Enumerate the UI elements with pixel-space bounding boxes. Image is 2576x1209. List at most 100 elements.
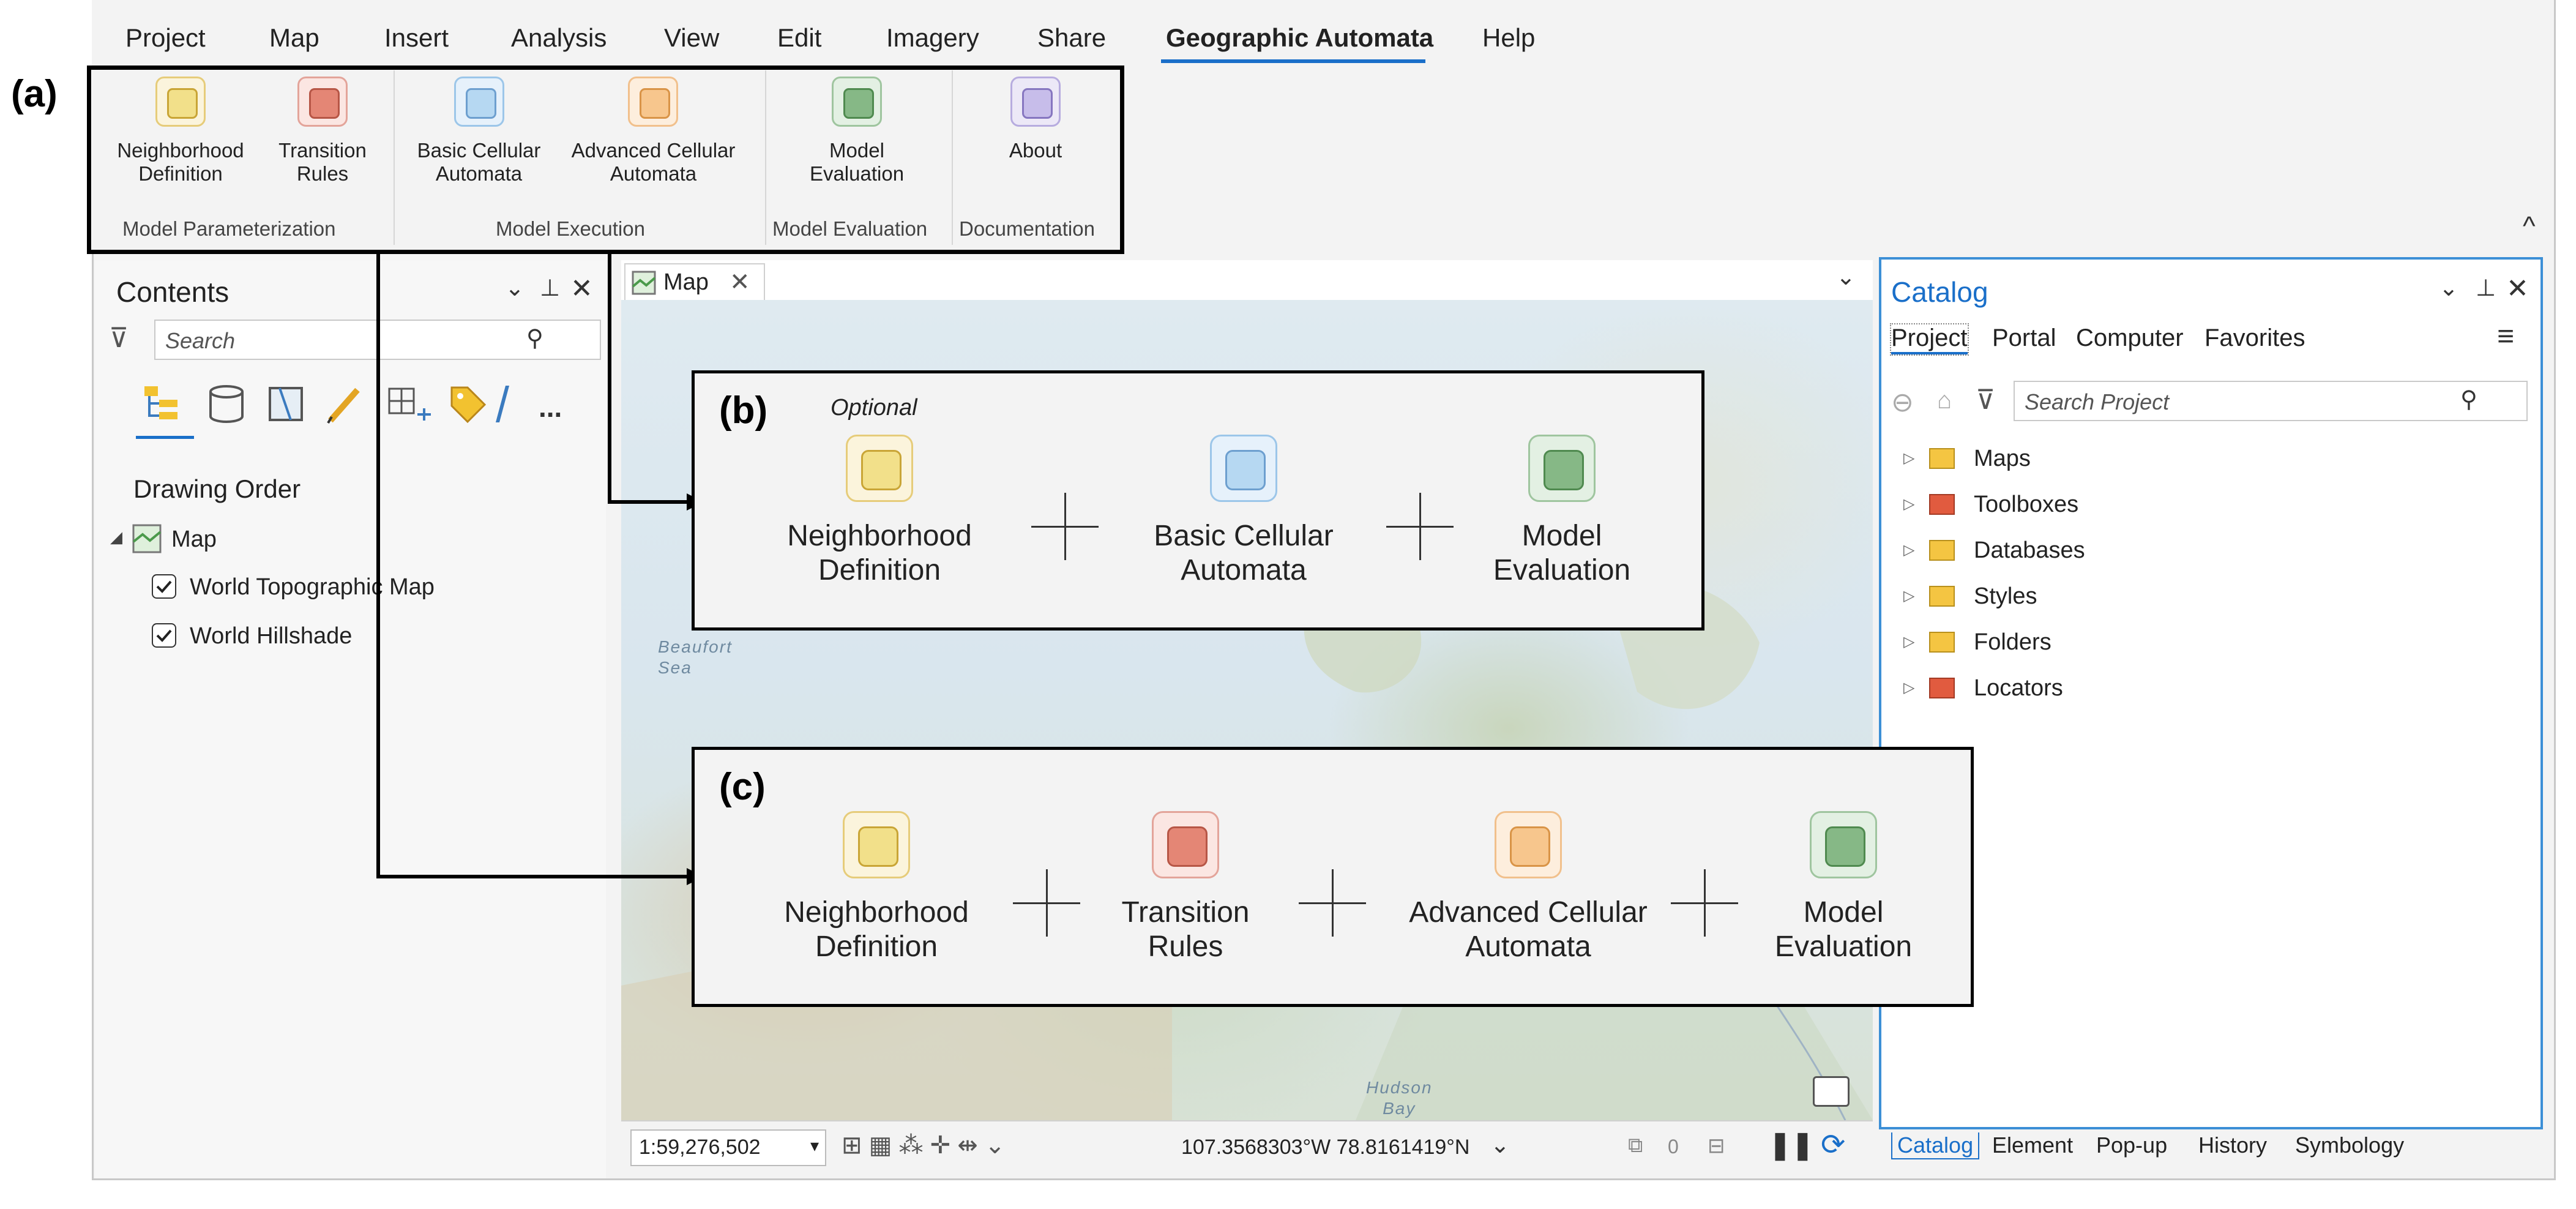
- tab-view[interactable]: View: [664, 23, 719, 53]
- catalog-search-placeholder: Search Project: [2025, 389, 2170, 414]
- styles-folder-icon: [1929, 586, 1955, 607]
- pin-icon[interactable]: ⊥: [540, 274, 560, 302]
- more-options-icon[interactable]: ...: [539, 391, 562, 424]
- panel-label-a: (a): [11, 73, 58, 115]
- dock-tab-popup[interactable]: Pop-up: [2096, 1132, 2167, 1158]
- map-view-tab[interactable]: Map ✕: [624, 263, 765, 300]
- chevron-down-icon[interactable]: ⌄: [1490, 1131, 1510, 1159]
- tab-imagery[interactable]: Imagery: [886, 23, 979, 53]
- active-tab-indicator: [1161, 59, 1425, 63]
- catalog-item-label: Toolboxes: [1974, 492, 2079, 517]
- map-tree-item[interactable]: Map: [171, 526, 217, 553]
- collapse-ribbon-icon[interactable]: ^: [2523, 211, 2536, 242]
- plus-icon: [1299, 869, 1366, 937]
- map-label-beaufort-sea: Beaufort Sea: [658, 637, 733, 677]
- map-tab-label: Map: [663, 269, 709, 295]
- pin-icon[interactable]: ⊥: [2476, 274, 2496, 302]
- panel-label-b: (b): [719, 389, 768, 432]
- model-evaluation-icon: [1528, 435, 1596, 502]
- list-by-drawing-order-icon[interactable]: [141, 383, 184, 425]
- chevron-down-icon[interactable]: ⌄: [1836, 263, 1856, 291]
- dock-tab-history[interactable]: History: [2198, 1132, 2267, 1158]
- catalog-tab-favorites[interactable]: Favorites: [2205, 324, 2305, 352]
- tab-map[interactable]: Map: [269, 23, 319, 53]
- map-legend-toggle-icon[interactable]: [1813, 1076, 1850, 1107]
- dock-tab-element[interactable]: Element: [1992, 1132, 2073, 1158]
- selection-icon[interactable]: ⧉: [1628, 1134, 1643, 1158]
- list-by-snapping-icon[interactable]: [386, 383, 435, 425]
- filter-icon[interactable]: ⊽: [109, 323, 129, 354]
- neighborhood-definition-icon: [843, 811, 910, 878]
- catalog-item-label: Styles: [1974, 583, 2037, 609]
- plus-icon: [1031, 493, 1099, 560]
- layer-checkbox-hillshade[interactable]: [152, 623, 176, 648]
- arrow-to-c-vertical: [376, 254, 380, 878]
- plus-icon: [1671, 869, 1738, 937]
- arrow-to-b-horizontal: [608, 500, 689, 504]
- tab-help[interactable]: Help: [1482, 23, 1535, 53]
- advanced-cellular-automata-icon: [1495, 811, 1562, 878]
- list-by-source-icon[interactable]: [205, 384, 248, 424]
- refresh-icon[interactable]: ⟳: [1821, 1128, 1845, 1162]
- map-icon: [632, 271, 656, 295]
- catalog-tab-computer[interactable]: Computer: [2076, 324, 2184, 352]
- model-evaluation-icon: [1810, 811, 1877, 878]
- map-scale-selector[interactable]: 1:59,276,502 ▾: [630, 1129, 826, 1166]
- search-icon[interactable]: ⚲: [526, 324, 543, 352]
- close-icon[interactable]: ✕: [730, 268, 750, 296]
- folders-folder-icon: [1929, 632, 1955, 653]
- map-label-hudson-bay: Hudson Bay: [1366, 1078, 1433, 1118]
- catalog-title: Catalog: [1891, 276, 1988, 308]
- workflow-c-box: (c) Neighborhood Definition Transition R…: [692, 747, 1974, 1007]
- layer-world-hillshade[interactable]: World Hillshade: [190, 623, 352, 649]
- tab-share[interactable]: Share: [1037, 23, 1106, 53]
- transition-rules-icon: [1152, 811, 1219, 878]
- menu-icon[interactable]: ≡: [2497, 320, 2514, 353]
- close-icon[interactable]: ✕: [2506, 273, 2529, 304]
- arrow-to-b-vertical: [608, 254, 611, 504]
- list-by-editing-icon[interactable]: [324, 383, 367, 425]
- optional-note: Optional: [831, 395, 917, 421]
- step-transition-rules: Transition Rules: [1121, 896, 1250, 963]
- table-icon[interactable]: ⊟: [1708, 1134, 1725, 1158]
- selection-count: 0: [1668, 1136, 1679, 1158]
- filter-icon[interactable]: ⊽: [1976, 384, 1995, 416]
- maps-folder-icon: [1929, 448, 1955, 469]
- layer-checkbox-topographic[interactable]: [152, 574, 176, 599]
- up-icon[interactable]: ⌂: [1937, 387, 1952, 414]
- drawing-order-heading: Drawing Order: [133, 474, 301, 503]
- panel-label-c: (c): [719, 766, 766, 808]
- chevron-down-icon: ▾: [810, 1136, 819, 1155]
- ribbon-highlight-box: [87, 66, 1124, 254]
- search-icon[interactable]: ⚲: [2460, 386, 2477, 413]
- back-icon[interactable]: ⊖: [1891, 387, 1914, 418]
- neighborhood-definition-icon: [846, 435, 913, 502]
- tab-insert[interactable]: Insert: [384, 23, 449, 53]
- dock-tab-catalog[interactable]: Catalog: [1891, 1132, 1980, 1159]
- list-by-labeling-icon[interactable]: [447, 383, 490, 425]
- contents-title: Contents: [116, 276, 230, 308]
- tab-analysis[interactable]: Analysis: [511, 23, 607, 53]
- layer-world-topographic-map[interactable]: World Topographic Map: [190, 574, 435, 601]
- arrow-to-c-horizontal: [376, 875, 689, 878]
- expand-arrow-icon[interactable]: ◢: [110, 528, 122, 547]
- pause-icon[interactable]: ❚❚: [1769, 1129, 1814, 1161]
- tab-geographic-automata[interactable]: Geographic Automata: [1166, 23, 1433, 53]
- catalog-tab-portal[interactable]: Portal: [1992, 324, 2056, 352]
- catalog-search-input[interactable]: Search Project: [2014, 381, 2528, 421]
- step-neighborhood-definition: Neighborhood Definition: [784, 896, 969, 963]
- catalog-tab-project[interactable]: Project: [1890, 323, 1969, 356]
- list-by-selection-icon[interactable]: [266, 384, 305, 424]
- map-icon: [132, 524, 162, 553]
- close-icon[interactable]: ✕: [570, 273, 593, 304]
- chevron-down-icon[interactable]: ⌄: [2439, 274, 2458, 302]
- locators-folder-icon: [1929, 678, 1955, 698]
- basic-cellular-automata-icon: [1210, 435, 1277, 502]
- tab-edit[interactable]: Edit: [777, 23, 821, 53]
- map-navigation-tools[interactable]: ⊞ ▦ ⁂ ✛ ⇹ ⌄: [842, 1131, 1005, 1159]
- map-scale-value: 1:59,276,502: [639, 1136, 761, 1159]
- dock-tab-symbology[interactable]: Symbology: [2295, 1132, 2404, 1158]
- map-coordinates: 107.3568303°W 78.8161419°N: [1181, 1136, 1470, 1159]
- tab-project[interactable]: Project: [125, 23, 206, 53]
- chevron-down-icon[interactable]: ⌄: [505, 274, 525, 302]
